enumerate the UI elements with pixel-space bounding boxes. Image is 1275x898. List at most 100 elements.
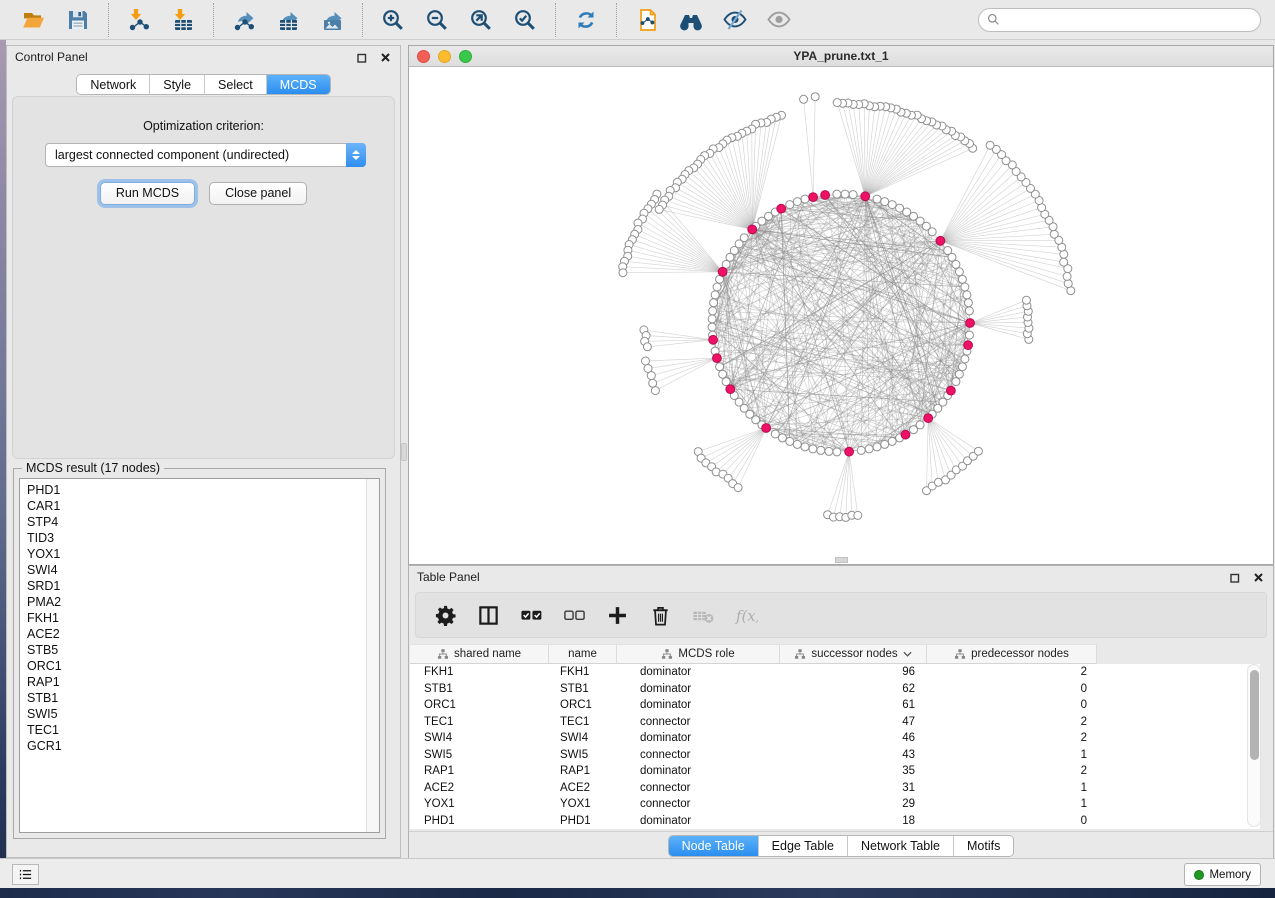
table-cell: ACE2 bbox=[549, 782, 617, 794]
close-panel-icon[interactable] bbox=[378, 50, 392, 64]
search-input[interactable] bbox=[1000, 10, 1260, 30]
mcds-result-item[interactable]: TEC1 bbox=[20, 722, 379, 738]
tab-motifs[interactable]: Motifs bbox=[954, 836, 1013, 856]
run-mcds-button[interactable]: Run MCDS bbox=[100, 182, 195, 205]
share-document-button[interactable] bbox=[634, 7, 660, 33]
mcds-result-item[interactable]: PMA2 bbox=[20, 594, 379, 610]
hide-graphics-details-button[interactable] bbox=[722, 7, 748, 33]
table-row[interactable]: ORC1ORC1dominator610 bbox=[410, 697, 1260, 714]
tab-network[interactable]: Network bbox=[77, 75, 150, 94]
tab-style[interactable]: Style bbox=[150, 75, 205, 94]
save-session-icon bbox=[66, 8, 90, 32]
table-scrollbar-thumb[interactable] bbox=[1250, 670, 1259, 760]
list-icon bbox=[18, 867, 33, 882]
mcds-result-item[interactable]: RAP1 bbox=[20, 674, 379, 690]
table-cell: connector bbox=[617, 716, 780, 728]
tab-node-table[interactable]: Node Table bbox=[669, 836, 759, 856]
mcds-result-item[interactable]: CAR1 bbox=[20, 498, 379, 514]
show-graphics-details-icon bbox=[767, 8, 791, 32]
table-scrollbar[interactable] bbox=[1247, 664, 1261, 827]
search-box[interactable] bbox=[978, 8, 1261, 32]
mcds-result-list[interactable]: PHD1CAR1STP4TID3YOX1SWI4SRD1PMA2FKH1ACE2… bbox=[19, 478, 380, 833]
table-cell: 29 bbox=[780, 798, 927, 810]
table-row[interactable]: RAP1RAP1dominator352 bbox=[410, 763, 1260, 780]
select-stepper-icon bbox=[346, 143, 366, 167]
optimization-criterion-label: Optimization criterion: bbox=[13, 119, 394, 133]
horizontal-splitter-handle[interactable] bbox=[835, 557, 848, 563]
tab-mcds[interactable]: MCDS bbox=[267, 75, 330, 94]
zoom-selected-button[interactable] bbox=[512, 7, 538, 33]
table-cell: connector bbox=[617, 798, 780, 810]
network-graph-canvas[interactable] bbox=[409, 67, 1273, 564]
mcds-result-item[interactable]: PHD1 bbox=[20, 482, 379, 498]
export-network-button[interactable] bbox=[231, 7, 257, 33]
save-session-button[interactable] bbox=[65, 7, 91, 33]
criterion-select[interactable]: largest connected component (undirected) bbox=[45, 143, 366, 167]
select-all-columns-button[interactable] bbox=[518, 602, 544, 628]
close-panel-button[interactable]: Close panel bbox=[209, 182, 307, 205]
mcds-result-item[interactable]: SWI4 bbox=[20, 562, 379, 578]
import-table-button[interactable] bbox=[170, 7, 196, 33]
table-row[interactable]: SWI5SWI5connector431 bbox=[410, 747, 1260, 764]
column-header-mcds-role[interactable]: MCDS role bbox=[617, 644, 780, 664]
mcds-result-item[interactable]: STB5 bbox=[20, 642, 379, 658]
refresh-button[interactable] bbox=[573, 7, 599, 33]
export-image-button[interactable] bbox=[319, 7, 345, 33]
mcds-list-scrollbar[interactable] bbox=[366, 479, 379, 832]
zoom-fit-button[interactable] bbox=[468, 7, 494, 33]
deselect-all-columns-button[interactable] bbox=[561, 602, 587, 628]
table-cell: TEC1 bbox=[410, 716, 549, 728]
mcds-result-item[interactable]: SRD1 bbox=[20, 578, 379, 594]
table-row[interactable]: SWI4SWI4dominator462 bbox=[410, 730, 1260, 747]
search-binoculars-icon bbox=[679, 8, 703, 32]
table-row[interactable]: TEC1TEC1connector472 bbox=[410, 714, 1260, 731]
tab-edge-table[interactable]: Edge Table bbox=[759, 836, 848, 856]
tab-select[interactable]: Select bbox=[205, 75, 267, 94]
mcds-result-item[interactable]: ACE2 bbox=[20, 626, 379, 642]
tab-network-table[interactable]: Network Table bbox=[848, 836, 954, 856]
window-minimize-light[interactable] bbox=[438, 50, 451, 63]
close-table-panel-icon[interactable] bbox=[1251, 570, 1265, 584]
mcds-result-item[interactable]: FKH1 bbox=[20, 610, 379, 626]
table-row[interactable]: ACE2ACE2connector311 bbox=[410, 780, 1260, 797]
table-row[interactable]: PHD1PHD1dominator180 bbox=[410, 813, 1260, 830]
table-options-gear-icon bbox=[434, 604, 457, 627]
show-graphics-details-button bbox=[766, 7, 792, 33]
mcds-result-item[interactable]: STP4 bbox=[20, 514, 379, 530]
tree-icon bbox=[954, 648, 966, 660]
open-file-icon bbox=[22, 8, 46, 32]
table-row[interactable]: FKH1FKH1dominator962 bbox=[410, 664, 1260, 681]
float-table-panel-icon[interactable] bbox=[1228, 570, 1242, 584]
column-header-successor-nodes[interactable]: successor nodes bbox=[780, 644, 927, 664]
window-maximize-light[interactable] bbox=[459, 50, 472, 63]
mcds-result-item[interactable]: YOX1 bbox=[20, 546, 379, 562]
table-options-gear-button[interactable] bbox=[432, 602, 458, 628]
column-header-shared-name[interactable]: shared name bbox=[410, 644, 549, 664]
search-binoculars-button[interactable] bbox=[678, 7, 704, 33]
table-row[interactable]: YOX1YOX1connector291 bbox=[410, 796, 1260, 813]
window-close-light[interactable] bbox=[417, 50, 430, 63]
task-history-button[interactable] bbox=[12, 864, 39, 885]
float-panel-icon[interactable] bbox=[355, 50, 369, 64]
mcds-result-item[interactable]: ORC1 bbox=[20, 658, 379, 674]
column-header-predecessor-nodes[interactable]: predecessor nodes bbox=[927, 644, 1097, 664]
table-tabs: Node Table Edge Table Network Table Moti… bbox=[409, 831, 1273, 859]
zoom-out-button[interactable] bbox=[424, 7, 450, 33]
import-table-icon bbox=[171, 8, 195, 32]
open-file-button[interactable] bbox=[21, 7, 47, 33]
export-table-button[interactable] bbox=[275, 7, 301, 33]
show-columns-button[interactable] bbox=[475, 602, 501, 628]
mcds-result-item[interactable]: SWI5 bbox=[20, 706, 379, 722]
table-row[interactable]: STB1STB1dominator620 bbox=[410, 681, 1260, 698]
mcds-result-item[interactable]: TID3 bbox=[20, 530, 379, 546]
delete-columns-button[interactable] bbox=[647, 602, 673, 628]
mcds-result-item[interactable]: STB1 bbox=[20, 690, 379, 706]
zoom-in-button[interactable] bbox=[380, 7, 406, 33]
column-header-name[interactable]: name bbox=[549, 644, 617, 664]
memory-button[interactable]: Memory bbox=[1184, 863, 1261, 886]
mcds-result-item[interactable]: GCR1 bbox=[20, 738, 379, 754]
add-column-button[interactable] bbox=[604, 602, 630, 628]
vertical-splitter-handle[interactable] bbox=[401, 443, 407, 461]
import-network-button[interactable] bbox=[126, 7, 152, 33]
main-toolbar bbox=[0, 0, 1275, 40]
